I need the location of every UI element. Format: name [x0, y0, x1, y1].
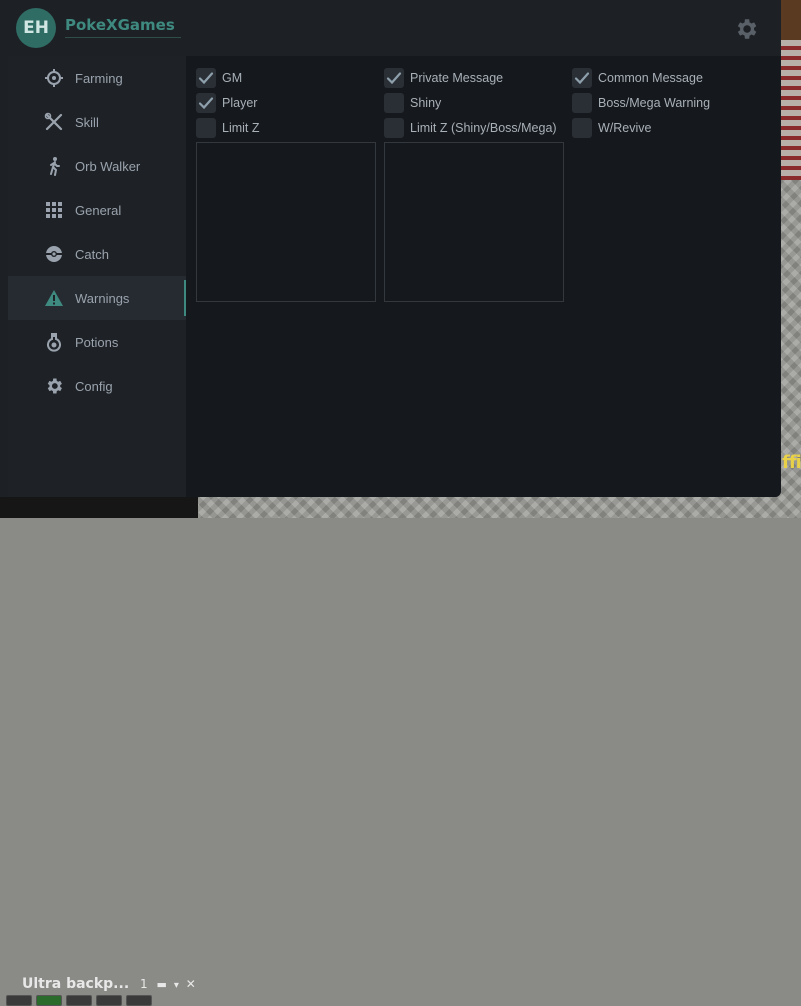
- sidebar-item-label: Config: [75, 378, 113, 394]
- close-icon[interactable]: ✕: [186, 977, 196, 991]
- checkbox-w-revive[interactable]: W/Revive: [572, 117, 651, 139]
- minimize-icon[interactable]: ▬: [157, 978, 167, 991]
- checkbox[interactable]: [572, 118, 592, 138]
- walking-person-icon: [44, 156, 64, 176]
- sidebar-item-label: Farming: [75, 70, 123, 86]
- limit-z-shiny-boss-mega-list[interactable]: [384, 142, 564, 302]
- backpack-slot[interactable]: [126, 995, 152, 1006]
- checkbox[interactable]: [196, 118, 216, 138]
- checkbox[interactable]: [572, 93, 592, 113]
- checkbox-boss-mega-warning[interactable]: Boss/Mega Warning: [572, 92, 710, 114]
- game-scene-building: [780, 40, 801, 180]
- gear-icon: [44, 376, 64, 396]
- checkbox[interactable]: [384, 93, 404, 113]
- sidebar-item-label: Catch: [75, 246, 109, 262]
- sidebar: Farming Skill Orb Walker General Catch W…: [8, 56, 186, 497]
- sidebar-item-catch[interactable]: Catch: [8, 232, 186, 276]
- checkbox-limit-z[interactable]: Limit Z: [196, 117, 260, 139]
- backpack-title: Ultra backp... 1 ▬ ▾ ✕: [22, 976, 196, 992]
- backpack-slot[interactable]: [96, 995, 122, 1006]
- checkbox-limit-z-shiny-boss-mega[interactable]: Limit Z (Shiny/Boss/Mega): [384, 117, 557, 139]
- checkbox-label: GM: [222, 71, 243, 85]
- checkbox[interactable]: [196, 93, 216, 113]
- sidebar-item-skill[interactable]: Skill: [8, 100, 186, 144]
- avatar: EH: [16, 8, 56, 48]
- checkbox[interactable]: [196, 68, 216, 88]
- game-scene-tile: [780, 0, 801, 40]
- potion-icon: [44, 332, 64, 352]
- checkbox-label: Boss/Mega Warning: [598, 96, 711, 110]
- checkbox-common-message[interactable]: Common Message: [572, 67, 703, 89]
- checkmark-icon: [574, 72, 590, 85]
- checkmark-icon: [386, 72, 402, 85]
- gear-icon: [737, 19, 757, 39]
- backpack-slot[interactable]: [6, 995, 32, 1006]
- sidebar-item-farming[interactable]: Farming: [8, 56, 186, 100]
- sidebar-item-label: General: [75, 202, 122, 218]
- crosshair-icon: [44, 68, 64, 88]
- game-scene-text: ffi: [782, 452, 801, 473]
- sidebar-item-potions[interactable]: Potions: [8, 320, 186, 364]
- limit-z-list[interactable]: [196, 142, 376, 302]
- checkbox[interactable]: [384, 118, 404, 138]
- brand-divider: [65, 37, 181, 38]
- backpack-slot[interactable]: [36, 995, 62, 1006]
- checkbox[interactable]: [572, 68, 592, 88]
- sidebar-item-label: Skill: [75, 114, 99, 130]
- checkbox-label: Common Message: [598, 71, 703, 85]
- checkbox-label: Player: [222, 96, 258, 110]
- checkbox-shiny[interactable]: Shiny: [384, 92, 441, 114]
- pokeball-icon: [44, 244, 64, 264]
- checkbox-label: Private Message: [410, 71, 504, 85]
- grid-icon: [44, 200, 64, 220]
- backpack-slots: [0, 995, 152, 1006]
- checkbox-label: W/Revive: [598, 121, 652, 135]
- warning-triangle-icon: [44, 288, 64, 308]
- checkbox-player[interactable]: Player: [196, 92, 257, 114]
- settings-button[interactable]: [733, 16, 759, 42]
- sidebar-item-label: Potions: [75, 334, 119, 350]
- sidebar-item-general[interactable]: General: [8, 188, 186, 232]
- checkbox-label: Shiny: [410, 96, 442, 110]
- checkbox[interactable]: [384, 68, 404, 88]
- checkbox-label: Limit Z: [222, 121, 260, 135]
- checkmark-icon: [198, 97, 214, 110]
- sidebar-item-warnings[interactable]: Warnings: [8, 276, 186, 320]
- sidebar-item-orb-walker[interactable]: Orb Walker: [8, 144, 186, 188]
- checkbox-private-message[interactable]: Private Message: [384, 67, 503, 89]
- backpack-count: 1: [140, 977, 148, 991]
- checkbox-gm[interactable]: GM: [196, 67, 242, 89]
- warnings-panel: GM Private Message Common Message Player…: [186, 56, 781, 497]
- sidebar-item-label: Warnings: [75, 290, 130, 306]
- crossed-tools-icon: [44, 112, 64, 132]
- bot-window: EH PokeXGames Farming Skill Orb Walker G…: [0, 0, 781, 497]
- checkmark-icon: [198, 72, 214, 85]
- brand-title: PokeXGames: [65, 16, 175, 34]
- backpack-slot[interactable]: [66, 995, 92, 1006]
- sidebar-item-label: Orb Walker: [75, 158, 141, 174]
- dropdown-icon[interactable]: ▾: [174, 980, 179, 991]
- sidebar-item-config[interactable]: Config: [8, 364, 186, 408]
- window-header: EH PokeXGames: [0, 0, 781, 56]
- checkbox-label: Limit Z (Shiny/Boss/Mega): [410, 121, 557, 135]
